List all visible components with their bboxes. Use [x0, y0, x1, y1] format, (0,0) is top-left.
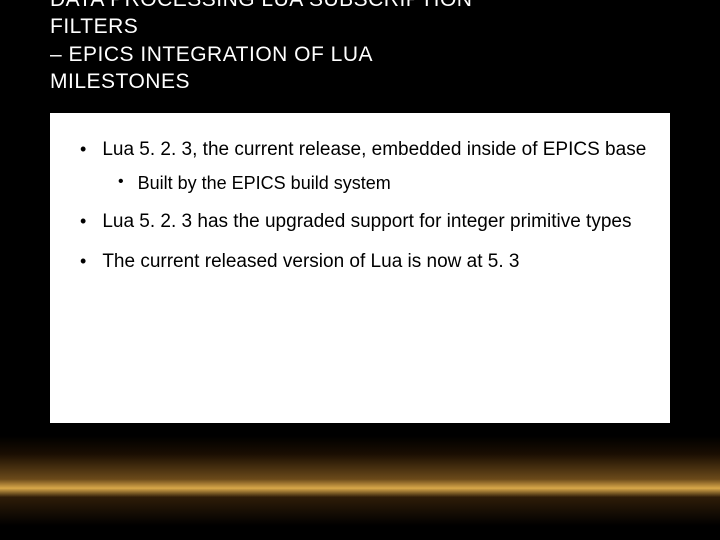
- header-line-2: FILTERS: [50, 13, 670, 40]
- header-line-1: DATA PROCESSING LUA SUBSCRIPTION: [50, 0, 670, 13]
- bullet-icon: •: [118, 171, 124, 193]
- list-item: • The current released version of Lua is…: [70, 249, 650, 275]
- bullet-text: The current released version of Lua is n…: [102, 249, 519, 275]
- bullet-icon: •: [80, 137, 86, 162]
- list-item-sub: • Built by the EPICS build system: [70, 171, 650, 195]
- decorative-gradient-band: [0, 436, 720, 526]
- header-line-3: – EPICS INTEGRATION OF LUA: [50, 41, 670, 68]
- bullet-icon: •: [80, 249, 86, 274]
- bullet-text: Lua 5. 2. 3 has the upgraded support for…: [102, 209, 631, 235]
- slide-content: • Lua 5. 2. 3, the current release, embe…: [50, 113, 670, 423]
- slide-header: DATA PROCESSING LUA SUBSCRIPTION FILTERS…: [50, 0, 670, 95]
- bullet-text: Built by the EPICS build system: [138, 171, 391, 195]
- bullet-text: Lua 5. 2. 3, the current release, embedd…: [102, 137, 646, 163]
- list-item: • Lua 5. 2. 3, the current release, embe…: [70, 137, 650, 163]
- header-line-4: MILESTONES: [50, 68, 670, 95]
- slide: DATA PROCESSING LUA SUBSCRIPTION FILTERS…: [0, 0, 720, 526]
- list-item: • Lua 5. 2. 3 has the upgraded support f…: [70, 209, 650, 235]
- bullet-icon: •: [80, 209, 86, 234]
